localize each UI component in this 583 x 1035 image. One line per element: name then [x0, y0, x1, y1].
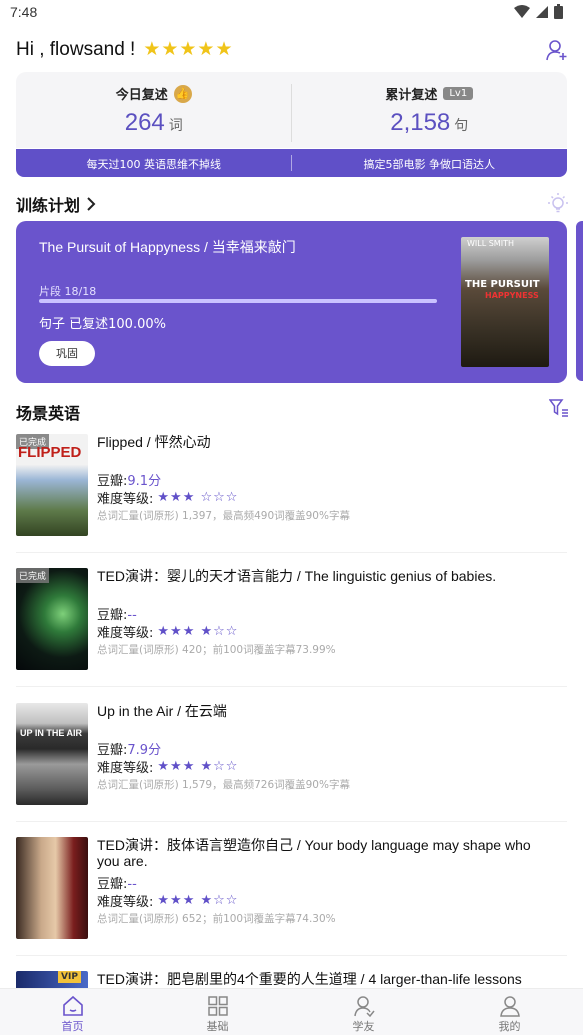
wifi-icon	[514, 4, 530, 18]
movie-title: TED演讲：肥皂剧里的4个重要的人生道理 / 4 larger-than-lif…	[97, 971, 522, 987]
filter-icon[interactable]	[549, 398, 569, 418]
motto-banner: 每天过100 英语思维不掉线 搞定5部电影 争做口语达人	[16, 149, 567, 177]
today-stat: 今日复述 👍 264 词	[16, 72, 292, 148]
completed-tag: 已完成	[16, 568, 50, 583]
motto-right: 搞定5部电影 争做口语达人	[363, 158, 496, 171]
list-item[interactable]: VIP TED演讲：肥皂剧里的4个重要的人生道理 / 4 larger-than…	[16, 971, 567, 988]
difficulty-label: 难度等级:	[97, 626, 154, 641]
list-item[interactable]: 已完成 FLIPPED Flipped / 怦然心动 豆瓣:9.1分 难度等级:…	[16, 434, 567, 554]
training-plan-title: 训练计划	[16, 196, 81, 215]
status-time: 7:48	[10, 4, 38, 20]
douban-score: --	[127, 877, 137, 892]
movie-cover: UP IN THE AIR	[16, 703, 88, 805]
nav-friends-label: 学友	[352, 1020, 375, 1033]
today-unit: 词	[168, 117, 183, 133]
poster-title-text: THE PURSUIT	[465, 279, 540, 290]
movie-cover	[16, 837, 88, 939]
nav-me-label: 我的	[498, 1020, 521, 1033]
douban-score: 7.9分	[127, 743, 162, 758]
divider	[16, 821, 567, 822]
nav-basics-label: 基础	[206, 1020, 229, 1033]
divider	[16, 552, 567, 553]
cover-text: FLIPPED	[18, 444, 82, 461]
stats-panel: 今日复述 👍 264 词 累计复述 Lv1 2,158 句	[16, 72, 567, 148]
difficulty-label: 难度等级:	[97, 761, 154, 776]
difficulty-label: 难度等级:	[97, 492, 154, 507]
plan-percent: 句子 已复述100.00%	[39, 317, 166, 332]
movie-title: TED演讲：婴儿的天才语言能力 / The linguistic genius …	[97, 568, 497, 584]
status-bar: 7:48	[0, 0, 583, 26]
bottom-nav: 首页 基础 学友 我的	[0, 988, 583, 1035]
douban-label: 豆瓣:	[97, 474, 128, 489]
vip-tag: VIP	[58, 971, 81, 983]
douban-score: 9.1分	[127, 474, 162, 489]
difficulty-label: 难度等级:	[97, 895, 154, 910]
training-plan-card[interactable]: The Pursuit of Happyness / 当幸福来敲门 片段 18/…	[16, 221, 567, 383]
chevron-right-icon	[87, 197, 96, 211]
poster-top-text: WILL SMITH	[467, 239, 514, 248]
battery-icon	[554, 4, 563, 19]
nav-basics[interactable]: 基础	[145, 994, 290, 1034]
greeting: Hi , flowsand ! ★★★★★	[16, 38, 234, 61]
vocab-meta: 总词汇量(词原形) 652；前100词覆盖字幕74.30%	[97, 913, 336, 925]
list-item[interactable]: UP IN THE AIR Up in the Air / 在云端 豆瓣:7.9…	[16, 703, 567, 823]
vocab-meta: 总词汇量(词原形) 1,397，最高频490词覆盖90%字幕	[97, 510, 350, 522]
training-plan-header[interactable]: 训练计划	[16, 192, 96, 216]
total-value: 2,158	[390, 109, 451, 136]
greeting-text: Hi , flowsand !	[16, 38, 136, 60]
user-icon	[499, 996, 520, 1017]
movie-title: TED演讲：肢体语言塑造你自己 / Your body language may…	[97, 837, 531, 869]
vocab-meta: 总词汇量(词原形) 1,579，最高频726词覆盖90%字幕	[97, 779, 350, 791]
plan-progress-fill	[39, 299, 437, 303]
plan-progress-bar	[39, 299, 437, 303]
douban-score: --	[127, 608, 137, 623]
thumbs-up-icon: 👍	[173, 84, 192, 103]
divider	[16, 955, 567, 956]
plan-segment: 片段 18/18	[39, 285, 97, 298]
lightbulb-icon[interactable]	[547, 192, 569, 214]
today-value: 264	[124, 109, 165, 136]
grid-icon	[207, 996, 228, 1016]
plan-movie-poster: WILL SMITH THE PURSUIT HAPPYNESS	[461, 237, 549, 367]
review-button[interactable]: 巩固	[39, 341, 95, 366]
plan-movie-title: The Pursuit of Happyness / 当幸福来敲门	[39, 239, 296, 255]
douban-label: 豆瓣:	[97, 608, 128, 623]
friends-icon	[353, 996, 375, 1017]
vocab-meta: 总词汇量(词原形) 420；前100词覆盖字幕73.99%	[97, 644, 336, 656]
movie-cover: 已完成 FLIPPED	[16, 434, 88, 536]
nav-me[interactable]: 我的	[437, 994, 582, 1034]
nav-home-label: 首页	[61, 1020, 84, 1033]
add-user-icon[interactable]	[545, 38, 569, 62]
nav-friends[interactable]: 学友	[291, 994, 436, 1034]
total-unit: 句	[454, 117, 469, 133]
today-label: 今日复述	[115, 88, 168, 103]
scene-english-title: 场景英语	[16, 404, 81, 423]
signal-icon	[536, 5, 548, 18]
douban-label: 豆瓣:	[97, 877, 128, 892]
user-level-stars: ★★★★★	[143, 39, 234, 60]
cover-text: UP IN THE AIR	[20, 728, 83, 738]
nav-home[interactable]: 首页	[0, 994, 145, 1034]
movie-title: Up in the Air / 在云端	[97, 703, 227, 719]
scene-english-header: 场景英语	[16, 400, 80, 424]
movie-cover: VIP	[16, 971, 88, 988]
douban-label: 豆瓣:	[97, 743, 128, 758]
list-item[interactable]: TED演讲：肢体语言塑造你自己 / Your body language may…	[16, 837, 567, 957]
total-label: 累计复述	[385, 88, 438, 103]
difficulty-stars: ★★★ ☆☆☆	[157, 490, 239, 505]
home-icon	[62, 995, 83, 1016]
difficulty-stars: ★★★ ★☆☆	[157, 893, 239, 908]
side-drawer-tab[interactable]	[576, 221, 583, 381]
movie-cover: 已完成	[16, 568, 88, 670]
list-item[interactable]: 已完成 TED演讲：婴儿的天才语言能力 / The linguistic gen…	[16, 568, 567, 688]
difficulty-stars: ★★★ ★☆☆	[157, 759, 239, 774]
divider	[16, 686, 567, 687]
motto-left: 每天过100 英语思维不掉线	[86, 158, 222, 171]
difficulty-stars: ★★★ ★☆☆	[157, 624, 239, 639]
total-stat: 累计复述 Lv1 2,158 句	[292, 72, 568, 148]
movie-title: Flipped / 怦然心动	[97, 434, 211, 450]
poster-sub-text: HAPPYNESS	[485, 291, 539, 300]
level-badge: Lv1	[443, 87, 474, 100]
